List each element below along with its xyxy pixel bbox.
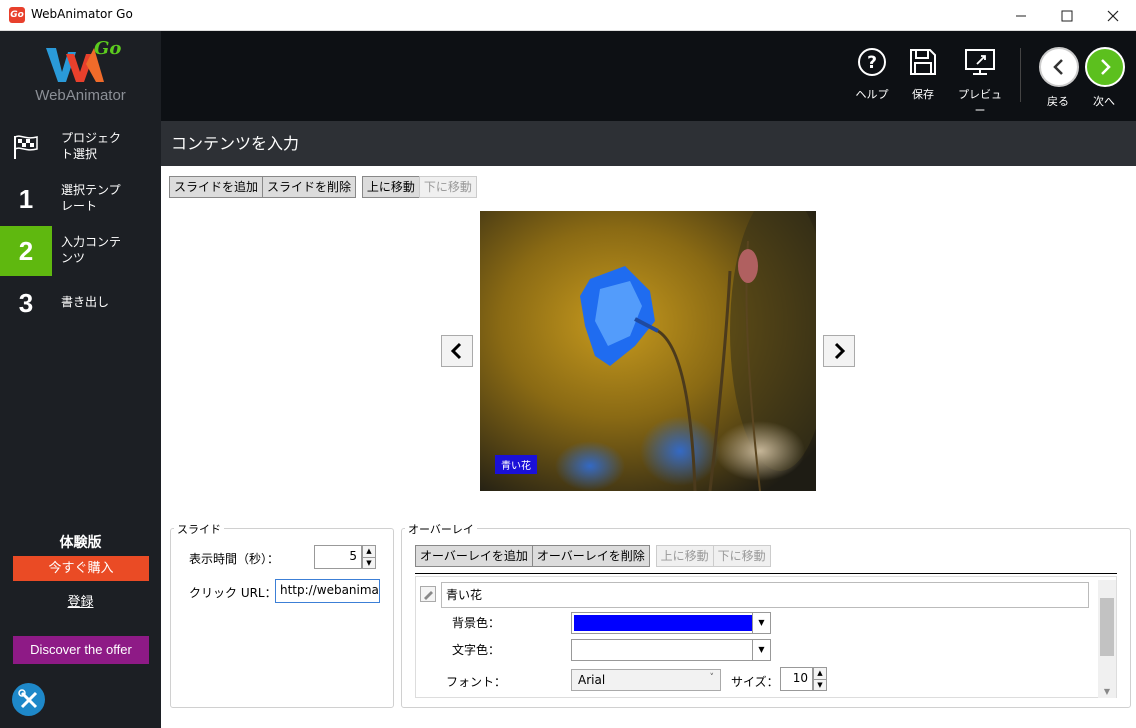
add-overlay-button[interactable]: オーバーレイを追加 [415,545,533,567]
back-icon [1039,47,1079,87]
scrollbar-thumb[interactable] [1100,598,1114,656]
preview-label: プレビュー [958,88,1002,117]
url-input[interactable]: http://webanimator [275,579,380,603]
logo-go-text: Go [94,38,122,59]
step-number: 3 [18,287,34,318]
slide-toolbar: スライドを追加 スライドを削除 上に移動 下に移動 [169,176,477,198]
step-label: 入力コンテンツ [61,235,122,265]
page-title: コンテンツを入力 [161,121,1136,166]
tools-icon[interactable] [12,683,45,716]
svg-text:?: ? [867,53,877,73]
font-select[interactable]: Arial ˅ [571,669,721,691]
chevron-down-icon[interactable]: ▼ [752,640,770,660]
trial-label: 体験版 [59,535,102,551]
app-icon: Go [9,7,25,23]
save-button[interactable]: 保存 [903,47,943,102]
step-select-template[interactable]: 1 選択テンプレート [0,174,161,224]
back-label: 戻る [1047,95,1069,108]
step-export[interactable]: 3 書き出し [0,278,161,328]
duration-input[interactable]: 5 [314,545,362,569]
preview-icon [965,49,995,75]
previous-slide-button[interactable] [441,335,473,367]
bg-color-swatch [574,615,752,631]
step-label: 書き出し [61,295,110,309]
slide-caption: 青い花 [495,455,537,474]
title-bar: Go WebAnimator Go [0,0,1136,31]
close-icon [1107,10,1119,21]
discover-offer-button[interactable]: Discover the offer [13,636,149,664]
url-label: クリック URL： [189,586,277,600]
duration-stepper[interactable]: ▲ ▼ [362,545,376,569]
minimize-button[interactable] [998,0,1044,31]
delete-overlay-button[interactable]: オーバーレイを削除 [531,545,650,567]
up-icon[interactable]: ▲ [814,668,826,680]
size-input[interactable]: 10 [780,667,813,691]
overlay-divider [415,573,1117,574]
flag-icon [0,122,52,172]
delete-slide-button[interactable]: スライドを削除 [262,176,357,198]
chevron-right-icon [834,342,846,360]
maximize-icon [1061,10,1073,21]
size-label: サイズ： [731,675,779,689]
help-label: ヘルプ [855,88,889,101]
overlay-toolbar: オーバーレイを追加 オーバーレイを削除 上に移動 下に移動 [415,545,771,567]
up-icon[interactable]: ▲ [363,546,375,558]
next-icon [1085,47,1125,87]
font-label: フォント： [446,675,507,689]
window-title: WebAnimator Go [31,7,133,21]
overlay-text-input[interactable]: 青い花 [441,582,1089,608]
move-up-button[interactable]: 上に移動 [361,176,420,198]
overlay-scrollbar[interactable]: ▼ [1098,580,1116,698]
bg-color-picker[interactable]: ▼ [571,612,771,634]
save-icon [910,49,936,75]
scroll-down-icon[interactable]: ▼ [1098,687,1116,696]
toolbar-separator [1020,48,1021,102]
back-button[interactable]: 戻る [1039,47,1079,109]
chevron-down-icon: ˅ [709,673,715,683]
overlay-panel-legend: オーバーレイ [405,521,477,537]
preview-button[interactable]: プレビュー [953,47,1007,118]
register-link[interactable]: 登録 [0,591,161,610]
minimize-icon [1016,15,1026,16]
slide-preview-image [480,211,816,491]
text-color-picker[interactable]: ▼ [571,639,771,661]
step-input-content[interactable]: 2 入力コンテンツ [0,226,161,276]
size-stepper[interactable]: ▲ ▼ [813,667,827,691]
save-label: 保存 [912,88,934,101]
font-value: Arial [578,673,606,687]
maximize-button[interactable] [1044,0,1090,31]
chevron-left-icon [450,342,462,360]
step-label: 選択テンプレート [61,183,121,213]
logo-text: WebAnimator [35,87,126,104]
help-button[interactable]: ? ヘルプ [852,47,892,102]
step-number: 1 [18,183,34,214]
text-color-swatch [574,642,752,658]
move-down-button[interactable]: 下に移動 [418,176,477,198]
next-button[interactable]: 次へ [1085,47,1125,109]
next-slide-button[interactable] [823,335,855,367]
down-icon[interactable]: ▼ [363,558,375,569]
overlay-move-up-button[interactable]: 上に移動 [655,545,714,567]
slide-panel-legend: スライド [174,521,224,537]
buy-now-button[interactable]: 今すぐ購入 [13,556,149,581]
down-icon[interactable]: ▼ [814,680,826,691]
step-label: プロジェクト選択 [61,131,122,161]
step-number: 2 [0,226,52,276]
text-overlay-icon [420,586,436,602]
duration-label: 表示時間（秒）： [189,552,280,566]
overlay-move-down-button[interactable]: 下に移動 [712,545,771,567]
next-label: 次へ [1093,95,1115,108]
bg-color-label: 背景色： [452,616,501,630]
close-button[interactable] [1090,0,1136,31]
step-project-select[interactable]: プロジェクト選択 [0,122,161,172]
help-icon: ? [858,48,886,76]
add-slide-button[interactable]: スライドを追加 [169,176,264,198]
text-color-label: 文字色： [452,643,501,657]
chevron-down-icon[interactable]: ▼ [752,613,770,633]
